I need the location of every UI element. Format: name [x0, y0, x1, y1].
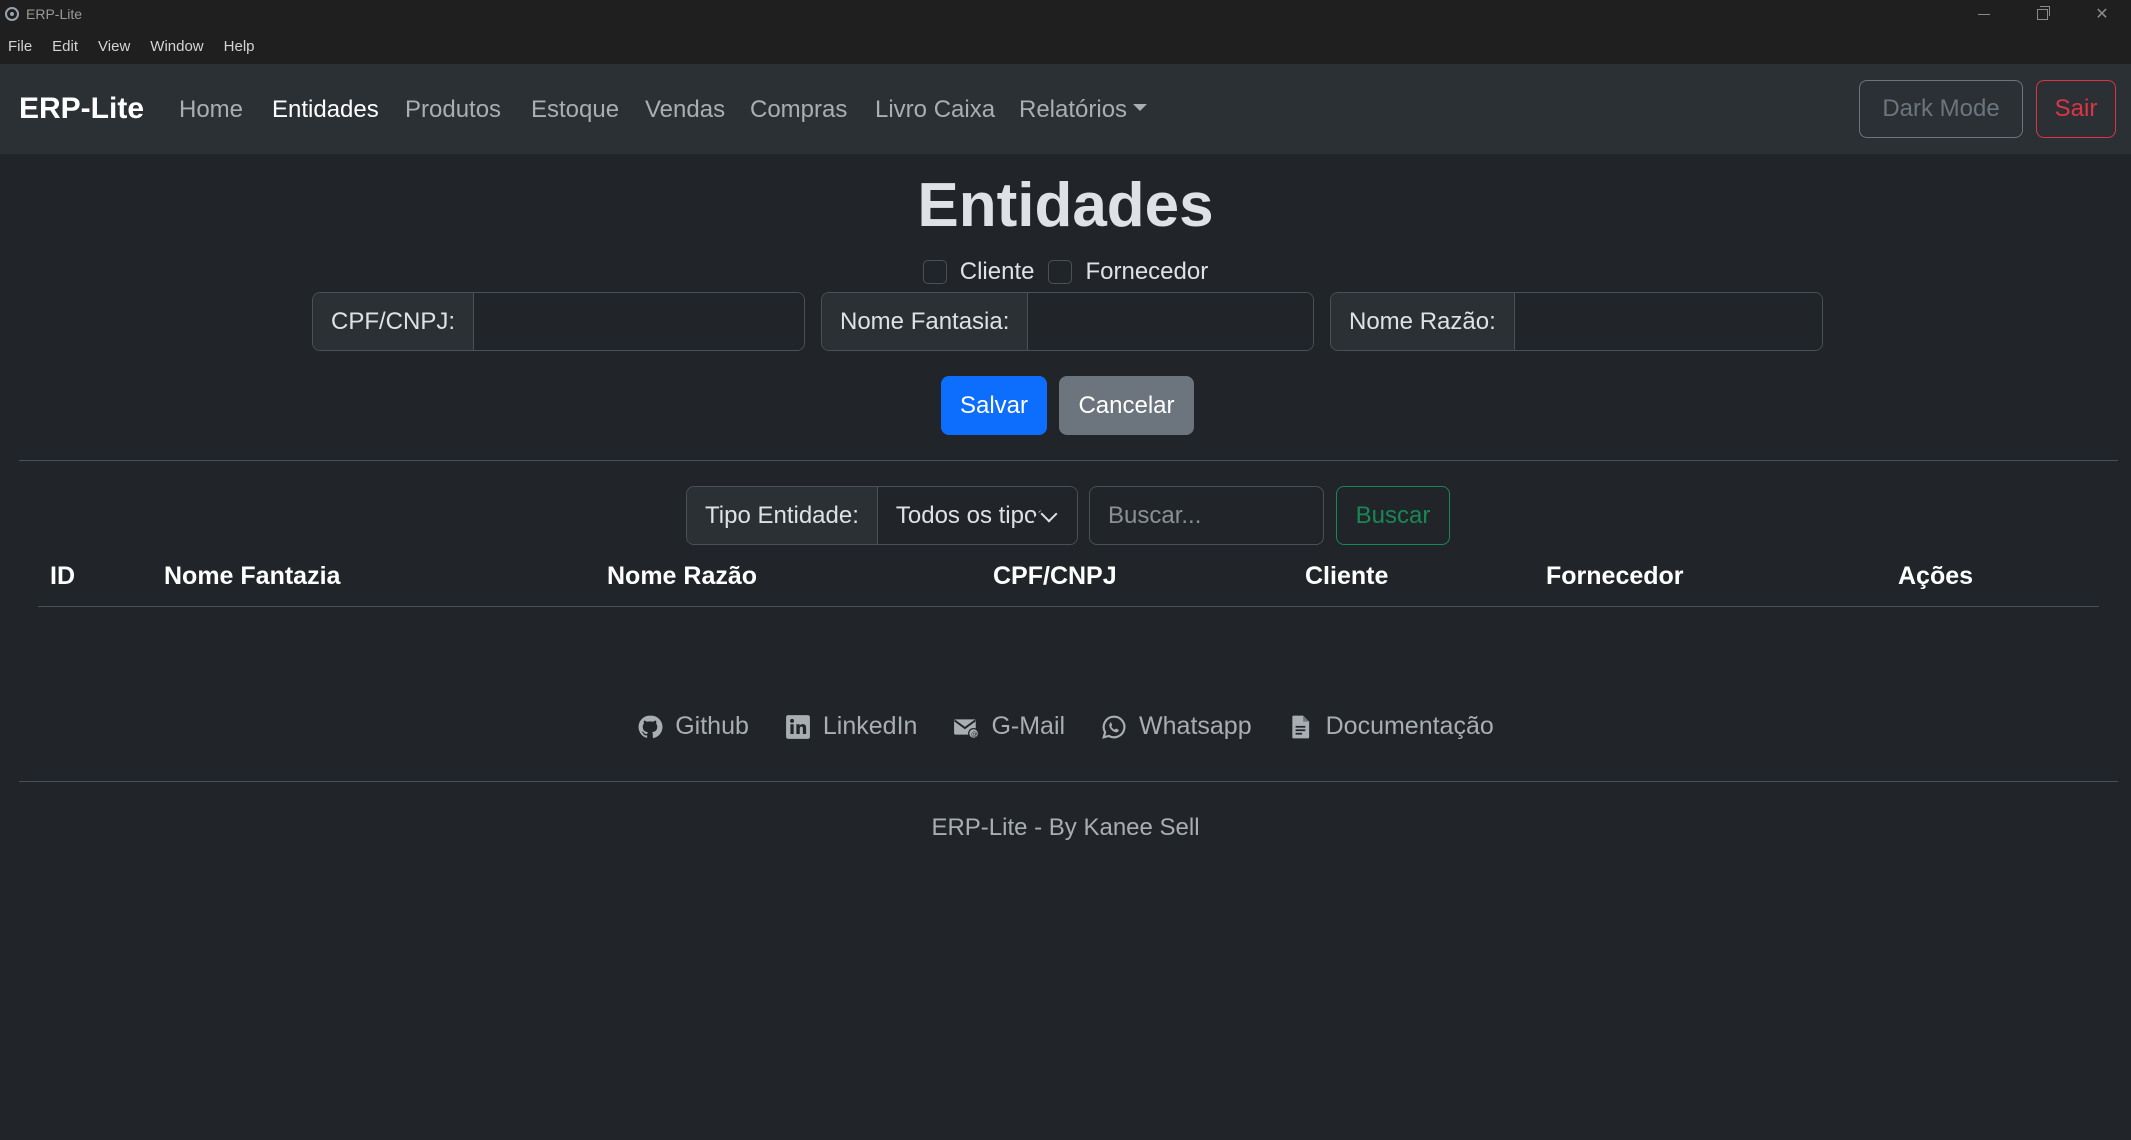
footer-link-whatsapp-label: Whatsapp — [1139, 712, 1252, 740]
nome-fantasia-input[interactable] — [1028, 293, 1313, 350]
col-header-cpf-cnpj: CPF/CNPJ — [993, 562, 1117, 590]
col-header-id: ID — [50, 562, 75, 590]
nome-fantasia-group: Nome Fantasia: — [821, 292, 1314, 351]
search-input[interactable] — [1089, 486, 1324, 545]
tipo-entidade-label: Tipo Entidade: — [687, 487, 878, 544]
whatsapp-icon — [1102, 715, 1126, 739]
form-divider — [19, 460, 2118, 461]
col-header-nome-fantasia: Nome Fantazia — [164, 562, 341, 590]
menu-bar: File Edit View Window Help — [0, 28, 2131, 64]
nome-fantasia-label: Nome Fantasia: — [822, 293, 1029, 350]
brand-logo[interactable]: ERP-Lite — [19, 92, 144, 126]
footer-link-whatsapp[interactable]: Whatsapp — [1101, 712, 1252, 741]
checkbox-fornecedor[interactable]: Fornecedor — [1048, 258, 1208, 286]
svg-text:@: @ — [971, 729, 978, 737]
nome-razao-input[interactable] — [1514, 293, 1822, 350]
menu-help[interactable]: Help — [224, 38, 255, 55]
col-header-cliente: Cliente — [1305, 562, 1389, 590]
footer-divider — [19, 781, 2118, 782]
footer-link-github[interactable]: Github — [637, 712, 749, 741]
nav-compras[interactable]: Compras — [750, 96, 847, 124]
close-button[interactable]: ✕ — [2073, 0, 2131, 28]
footer-link-gmail-label: G-Mail — [991, 712, 1066, 740]
footer-link-github-label: Github — [675, 712, 749, 740]
menu-file[interactable]: File — [8, 38, 32, 55]
footer-copyright: ERP-Lite - By Kanee Sell — [931, 814, 1200, 841]
checkbox-fornecedor-label: Fornecedor — [1085, 258, 1209, 285]
document-icon — [1291, 715, 1309, 738]
window-title: ERP-Lite — [26, 6, 83, 22]
menu-view[interactable]: View — [98, 38, 130, 55]
footer-link-linkedin-label: LinkedIn — [822, 712, 918, 740]
table-header-divider — [38, 606, 2099, 607]
nome-razao-label: Nome Razão: — [1331, 293, 1515, 350]
col-header-acoes: Ações — [1898, 562, 1974, 590]
dark-mode-button[interactable]: Dark Mode — [1859, 80, 2023, 138]
app-navbar: ERP-Lite Home Entidades Produtos Estoque… — [0, 64, 2131, 154]
cpf-cnpj-group: CPF/CNPJ: — [312, 292, 805, 351]
nome-razao-group: Nome Razão: — [1330, 292, 1823, 351]
entity-type-checkboxes: Cliente Fornecedor — [0, 258, 2131, 286]
close-icon: ✕ — [2095, 6, 2109, 23]
nav-produtos[interactable]: Produtos — [405, 96, 501, 124]
nav-entidades[interactable]: Entidades — [272, 96, 379, 124]
footer-link-documentacao[interactable]: Documentação — [1288, 712, 1494, 741]
tipo-entidade-group: Tipo Entidade: Todos os tipos — [686, 486, 1078, 545]
checkbox-cliente-label: Cliente — [959, 258, 1035, 285]
logout-button[interactable]: Sair — [2036, 80, 2116, 138]
col-header-fornecedor: Fornecedor — [1546, 562, 1684, 590]
nav-relatorios-label: Relatórios — [1019, 96, 1128, 123]
cancel-button[interactable]: Cancelar — [1059, 376, 1194, 435]
tipo-entidade-value: Todos os tipos — [895, 501, 1050, 529]
caret-down-icon — [1133, 104, 1148, 112]
linkedin-icon — [785, 714, 810, 739]
page-title: Entidades — [917, 171, 1214, 240]
mail-icon: @ — [954, 718, 980, 739]
tipo-entidade-select[interactable]: Todos os tipos — [877, 487, 1077, 544]
footer-link-linkedin[interactable]: LinkedIn — [785, 712, 918, 741]
search-button[interactable]: Buscar — [1336, 486, 1450, 545]
window-title-bar: ERP-Lite ✕ — [0, 0, 2131, 28]
restore-icon — [2036, 5, 2050, 20]
col-header-nome-razao: Nome Razão — [607, 562, 758, 590]
restore-button[interactable] — [2013, 0, 2071, 28]
nav-livro-caixa[interactable]: Livro Caixa — [875, 96, 995, 124]
minimize-icon — [1978, 13, 1990, 15]
nav-estoque[interactable]: Estoque — [531, 96, 619, 124]
checkbox-fornecedor-box[interactable] — [1048, 260, 1073, 284]
app-icon — [5, 7, 19, 21]
cpf-cnpj-label: CPF/CNPJ: — [313, 293, 475, 350]
checkbox-cliente[interactable]: Cliente — [922, 258, 1035, 286]
menu-edit[interactable]: Edit — [52, 38, 78, 55]
checkbox-cliente-box[interactable] — [922, 260, 947, 284]
minimize-button[interactable] — [1955, 0, 2013, 28]
cpf-cnpj-input[interactable] — [474, 293, 804, 350]
nav-relatorios-dropdown[interactable]: Relatórios — [1019, 96, 1148, 124]
save-button[interactable]: Salvar — [941, 376, 1047, 435]
footer-link-gmail[interactable]: @ G-Mail — [953, 712, 1065, 741]
nav-vendas[interactable]: Vendas — [645, 96, 725, 124]
footer-links: Github LinkedIn @ G-Mail Whatsapp Docume… — [0, 712, 2131, 741]
nav-home[interactable]: Home — [179, 96, 243, 124]
menu-window[interactable]: Window — [150, 38, 203, 55]
github-icon — [638, 715, 663, 738]
footer-link-documentacao-label: Documentação — [1325, 712, 1494, 740]
